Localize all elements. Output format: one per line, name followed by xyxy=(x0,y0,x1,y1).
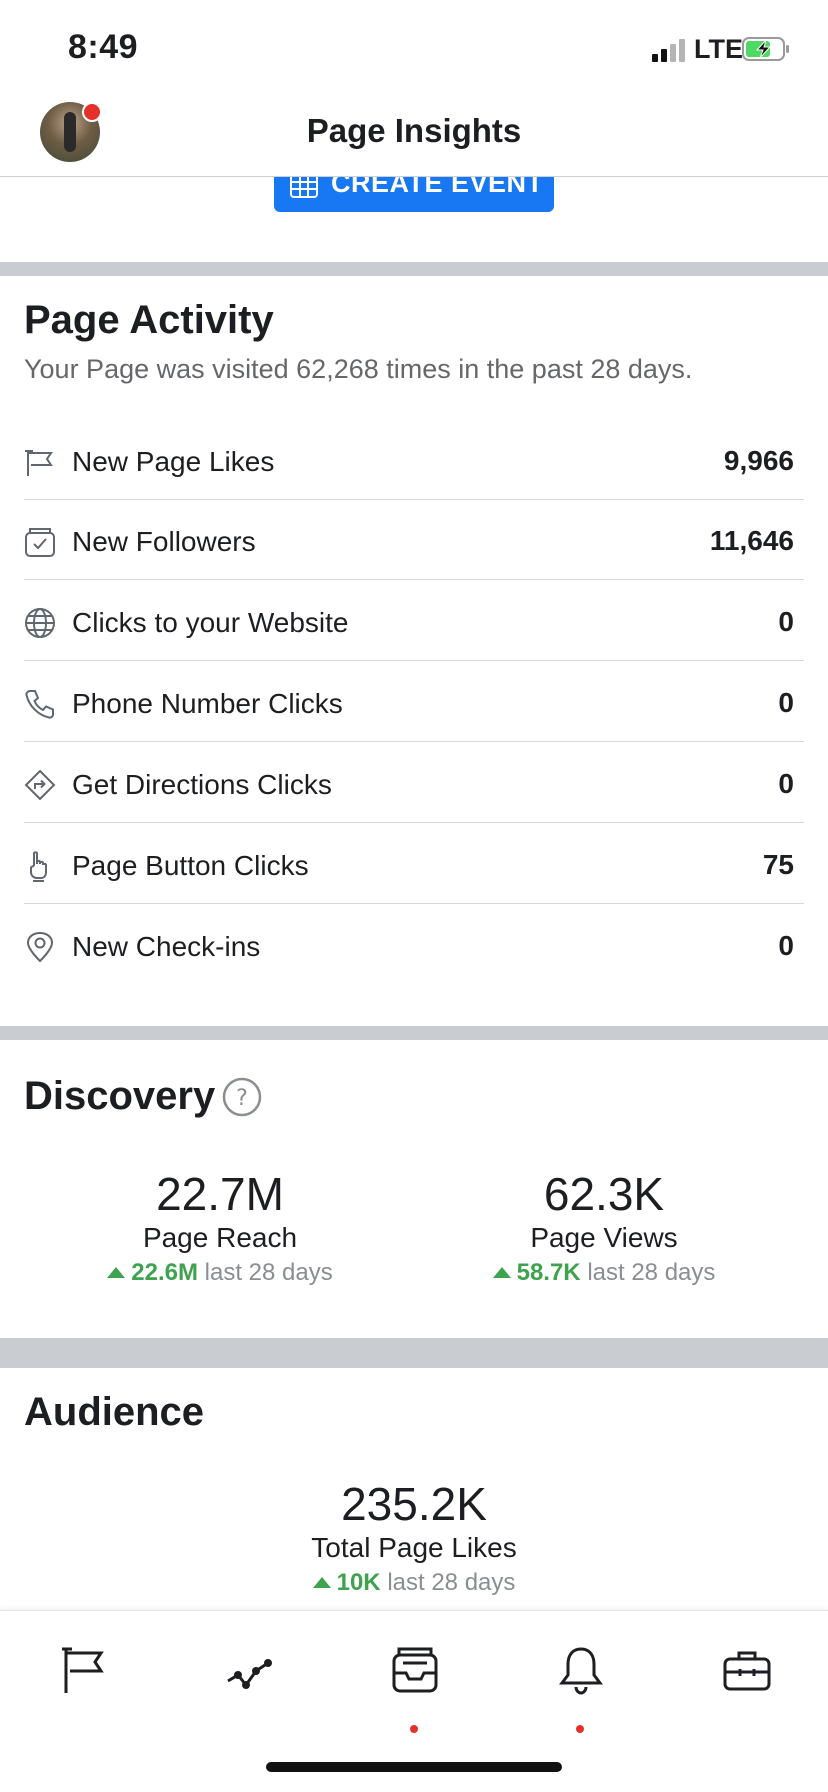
section-separator xyxy=(0,1338,828,1368)
metric-label: Get Directions Clicks xyxy=(72,769,332,800)
status-bar: 8:49 LTE xyxy=(0,0,828,96)
stat-total-page-likes[interactable]: 235.2K Total Page Likes 10K last 28 days xyxy=(214,1478,614,1600)
stat-page-reach[interactable]: 22.7M Page Reach 22.6M last 28 days xyxy=(20,1168,420,1290)
signal-strength-icon xyxy=(652,38,688,62)
tab-notifications[interactable] xyxy=(545,1639,615,1733)
metric-value: 11,646 xyxy=(709,525,794,556)
stat-value: 62.3K xyxy=(543,1168,665,1220)
metric-label: Page Button Clicks xyxy=(72,850,309,881)
metric-row-phone-clicks[interactable]: Phone Number Clicks 0 xyxy=(24,662,804,742)
up-arrow-icon xyxy=(492,1267,511,1278)
metric-row-directions-clicks[interactable]: Get Directions Clicks 0 xyxy=(24,743,804,823)
metric-label: New Followers xyxy=(72,526,256,557)
inbox-icon xyxy=(392,1647,438,1693)
metric-row-website-clicks[interactable]: Clicks to your Website 0 xyxy=(24,581,804,661)
page-activity-title: Page Activity xyxy=(24,298,274,342)
metric-label: Clicks to your Website xyxy=(72,607,349,638)
battery-charging-icon xyxy=(742,37,789,61)
notifications-badge-dot xyxy=(576,1725,584,1733)
metric-row-new-page-likes[interactable]: New Page Likes 9,966 xyxy=(24,420,804,500)
stat-change: 22.6M last 28 days xyxy=(20,1256,420,1290)
metric-value: 0 xyxy=(778,687,794,718)
directions-icon xyxy=(24,769,56,801)
stat-label: Total Page Likes xyxy=(311,1532,517,1563)
trend-line-icon xyxy=(227,1659,272,1689)
metric-label: New Check-ins xyxy=(72,931,261,962)
metric-value: 0 xyxy=(778,768,794,799)
follow-inbox-icon xyxy=(25,528,55,557)
help-symbol: ? xyxy=(236,1086,248,1111)
phone-icon xyxy=(25,690,54,719)
flag-icon xyxy=(25,450,53,476)
network-type: LTE xyxy=(694,34,743,64)
metric-row-new-followers[interactable]: New Followers 11,646 xyxy=(24,500,804,580)
section-separator xyxy=(0,1026,828,1040)
bell-icon xyxy=(559,1647,603,1695)
up-arrow-icon xyxy=(312,1577,331,1588)
metric-value: 9,966 xyxy=(723,445,794,476)
up-arrow-icon xyxy=(107,1267,126,1278)
audience-title: Audience xyxy=(24,1390,205,1434)
stat-change-value: 22.6M xyxy=(131,1259,198,1286)
status-time: 8:49 xyxy=(68,28,139,66)
metric-label: New Page Likes xyxy=(72,446,275,477)
metric-value: 75 xyxy=(762,849,794,880)
pointer-hand-icon xyxy=(30,851,47,882)
discovery-title: Discovery xyxy=(24,1074,216,1118)
tab-pages[interactable] xyxy=(48,1639,118,1709)
help-icon[interactable]: ? xyxy=(222,1077,262,1117)
stat-change-period: last 28 days xyxy=(204,1259,333,1286)
briefcase-icon xyxy=(723,1651,771,1691)
location-pin-icon xyxy=(26,931,54,963)
stat-value: 235.2K xyxy=(341,1478,487,1530)
tab-insights[interactable] xyxy=(212,1639,282,1709)
stat-change-period: last 28 days xyxy=(387,1569,516,1596)
section-separator xyxy=(0,262,828,276)
navigation-bar: Page Insights xyxy=(0,96,828,177)
stat-change-period: last 28 days xyxy=(587,1259,716,1286)
stat-change-value: 10K xyxy=(336,1569,381,1596)
tab-inbox[interactable] xyxy=(379,1639,449,1733)
calendar-grid-icon xyxy=(290,174,318,198)
globe-icon xyxy=(25,608,55,638)
metric-label: Phone Number Clicks xyxy=(72,688,343,719)
page-insights-screen: 8:49 LTE Page Insights CREATE EVENT Page… xyxy=(0,0,828,1792)
metric-value: 0 xyxy=(778,606,794,637)
metric-value: 0 xyxy=(778,930,794,961)
home-indicator[interactable] xyxy=(266,1762,562,1772)
metric-row-check-ins[interactable]: New Check-ins 0 xyxy=(24,905,804,985)
stat-page-views[interactable]: 62.3K Page Views 58.7K last 28 days xyxy=(404,1168,804,1290)
tab-tools[interactable] xyxy=(710,1639,780,1709)
stat-change: 58.7K last 28 days xyxy=(404,1256,804,1290)
metric-row-page-button-clicks[interactable]: Page Button Clicks 75 xyxy=(24,824,804,904)
flag-icon xyxy=(62,1647,104,1693)
stat-change: 10K last 28 days xyxy=(214,1566,614,1600)
stat-value: 22.7M xyxy=(156,1168,284,1220)
stat-label: Page Views xyxy=(530,1222,678,1253)
stat-label: Page Reach xyxy=(142,1222,298,1253)
page-activity-subtitle: Your Page was visited 62,268 times in th… xyxy=(24,354,693,384)
stat-change-value: 58.7K xyxy=(516,1259,581,1286)
inbox-badge-dot xyxy=(410,1725,418,1733)
page-title: Page Insights xyxy=(306,112,522,149)
